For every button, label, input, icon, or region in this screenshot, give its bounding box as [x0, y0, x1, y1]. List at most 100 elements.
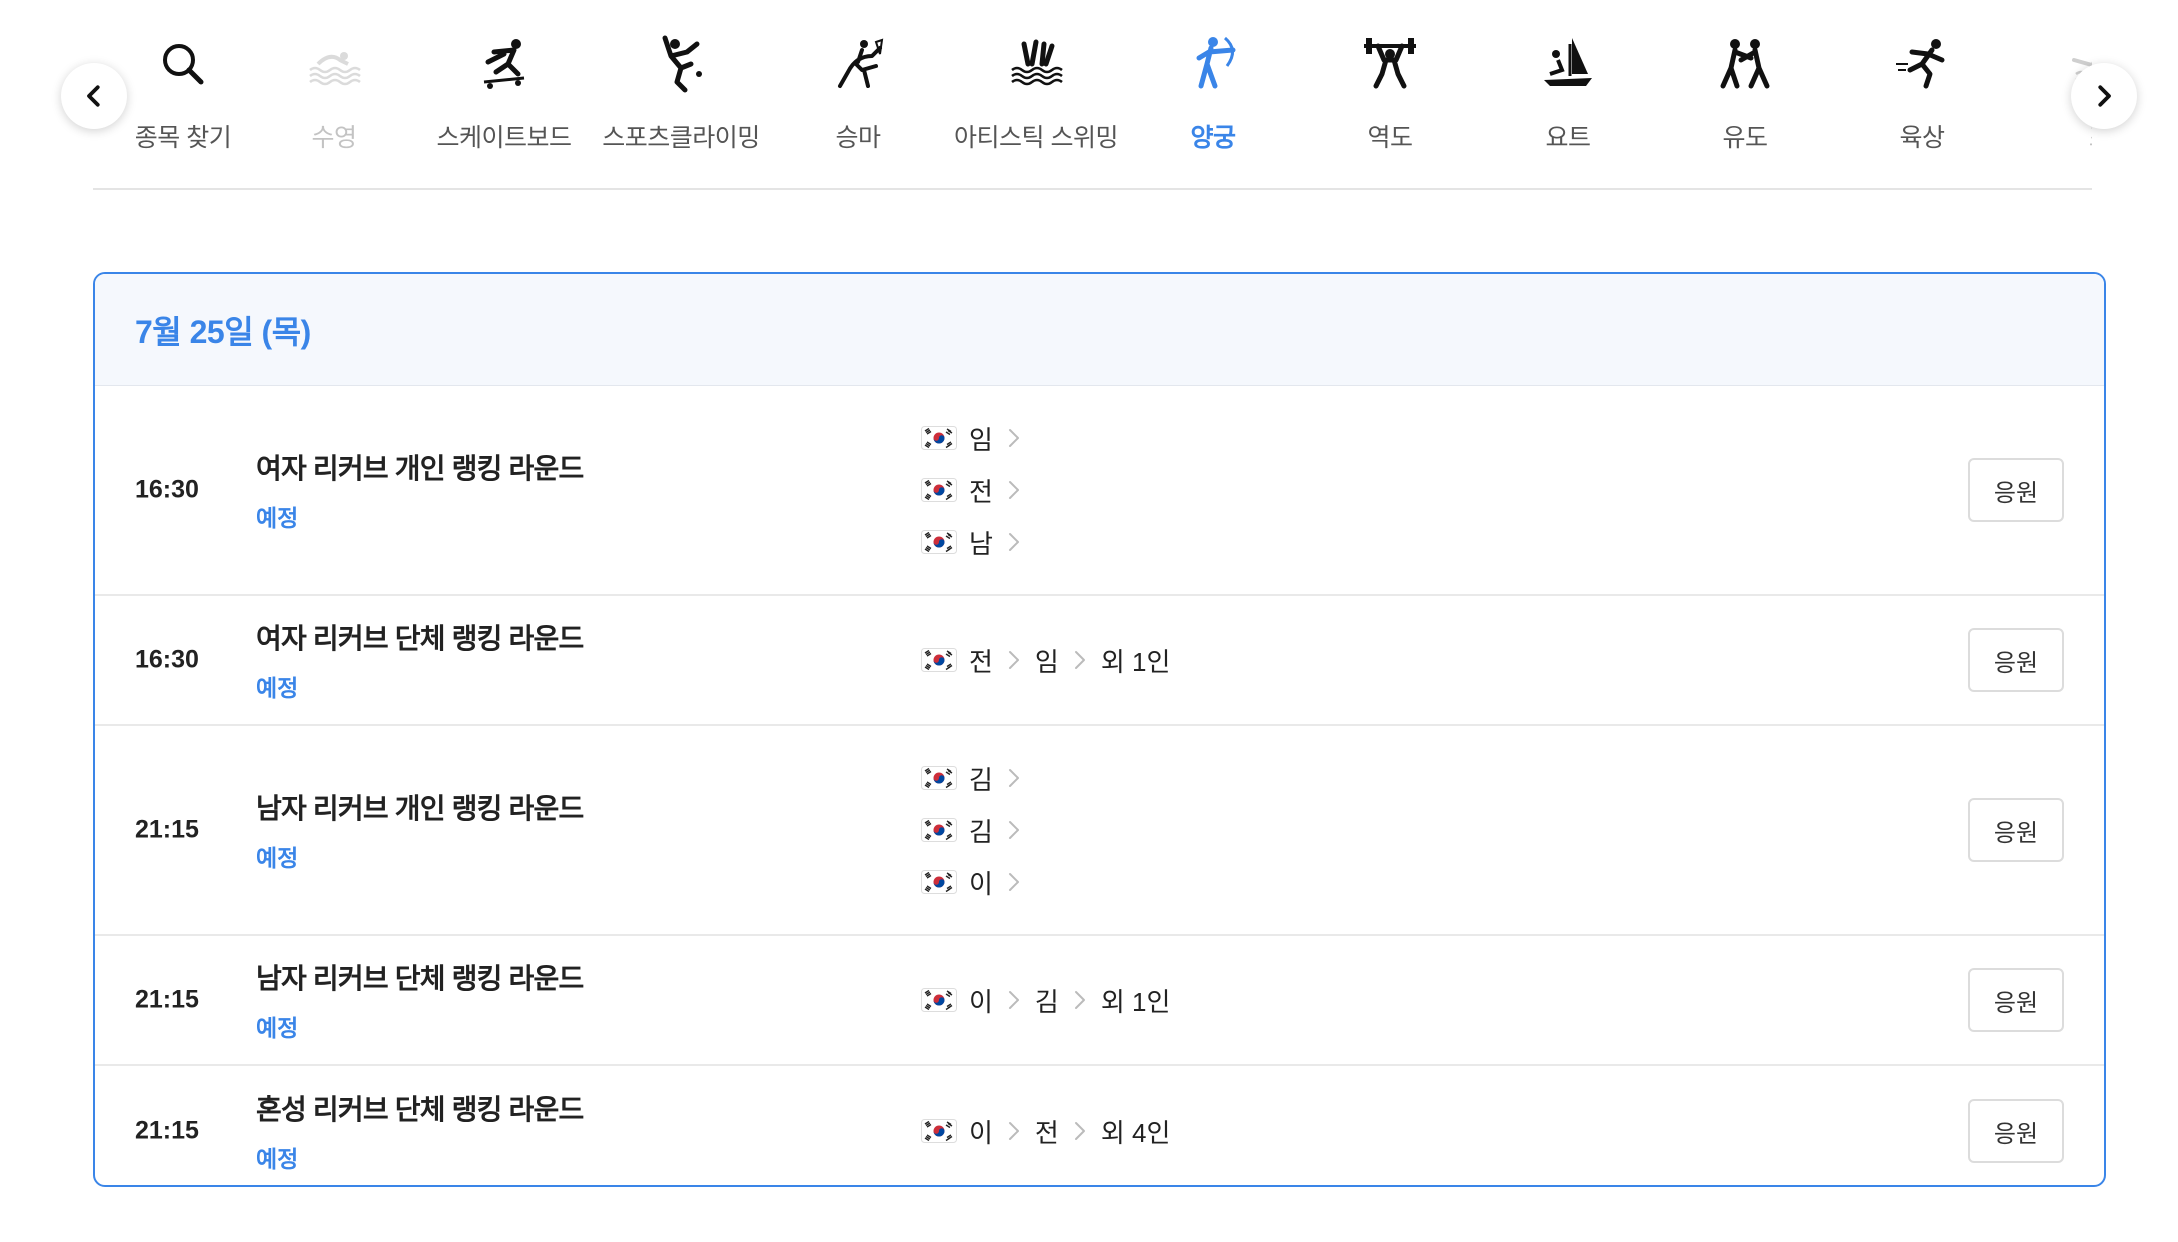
sport-tab-search[interactable]: 종목 찾기 — [113, 32, 253, 162]
event-info: 여자 리커브 단체 랭킹 라운드예정 — [256, 617, 584, 703]
scroll-prev-button[interactable] — [61, 63, 127, 129]
athlete-name: 임 — [969, 424, 993, 455]
chevron-right-icon — [1008, 481, 1019, 499]
athlete-link[interactable]: 김 — [1035, 982, 1087, 1019]
cheer-button[interactable]: 응원 — [1968, 798, 2064, 862]
event-name[interactable]: 남자 리커브 단체 랭킹 라운드 — [256, 957, 584, 997]
athlete-list: 이 전 외 4인 — [921, 1113, 1171, 1150]
schedule-date: 7월 25일 (목) — [135, 313, 311, 350]
athlete-line: 이 전 외 4인 — [921, 1113, 1171, 1150]
chevron-right-icon — [1008, 769, 1019, 787]
event-row: 16:30 여자 리커브 개인 랭킹 라운드 예정 임 전 남 응원 — [95, 386, 2104, 596]
event-status: 예정 — [256, 845, 299, 871]
cheer-button[interactable]: 응원 — [1968, 968, 2064, 1032]
sport-tab-sailing[interactable]: 요트 — [1479, 32, 1657, 162]
south-korea-flag-icon — [921, 988, 957, 1012]
athlete-name: 김 — [969, 764, 993, 795]
date-header: 7월 25일 (목) — [95, 274, 2104, 386]
archery-icon — [1181, 32, 1245, 96]
sport-tab-sport-climbing[interactable]: 스포츠클라이밍 — [592, 32, 770, 162]
event-list: 16:30 여자 리커브 개인 랭킹 라운드 예정 임 전 남 응원 16:30 여자 리커브 … — [95, 386, 2104, 1185]
scroll-next-button[interactable] — [2071, 63, 2137, 129]
athlete-line: 이 김 외 1인 — [921, 982, 1171, 1019]
south-korea-flag-icon — [921, 530, 957, 554]
sport-tab-skateboarding[interactable]: 스케이트보드 — [415, 32, 593, 162]
athlete-list: 김김이 — [921, 760, 1035, 901]
sport-tab-label: 육상 — [1899, 124, 1945, 152]
athlete-link[interactable]: 이 — [921, 1113, 1021, 1150]
athlete-name: 임 — [1034, 646, 1059, 677]
athletics-icon — [1890, 32, 1954, 96]
schedule-card: 7월 25일 (목) 16:30 여자 리커브 개인 랭킹 라운드 예정 임 전 남 응원 1… — [93, 272, 2106, 1187]
athlete-link[interactable]: 전 — [1035, 1113, 1087, 1150]
more-athletes-count[interactable]: 외 4인 — [1101, 1113, 1171, 1150]
athlete-link[interactable]: 이 — [921, 864, 1021, 901]
south-korea-flag-icon — [921, 478, 957, 502]
sport-tab-weightlifting[interactable]: 역도 — [1301, 32, 1479, 162]
chevron-right-icon — [1008, 1122, 1019, 1140]
event-info: 여자 리커브 개인 랭킹 라운드예정 — [256, 447, 584, 533]
athlete-name: 이 — [969, 868, 993, 899]
sport-tab-equestrian[interactable]: 승마 — [769, 32, 947, 162]
athlete-name: 이 — [969, 1117, 993, 1148]
chevron-right-icon — [1074, 991, 1085, 1009]
chevron-right-icon — [1008, 991, 1019, 1009]
event-info: 혼성 리커브 단체 랭킹 라운드 예정 — [256, 1088, 584, 1174]
south-korea-flag-icon — [921, 426, 957, 450]
cheer-button[interactable]: 응원 — [1968, 1099, 2064, 1163]
event-status: 예정 — [256, 675, 299, 701]
more-athletes-count[interactable]: 외 1인 — [1101, 982, 1171, 1019]
cheer-button[interactable]: 응원 — [1968, 458, 2064, 522]
event-row: 21:15 남자 리커브 개인 랭킹 라운드 예정 김 김 이 응원 — [95, 726, 2104, 936]
athlete-link[interactable]: 김 — [921, 760, 1021, 797]
sport-tab-archery[interactable]: 양궁 — [1124, 32, 1302, 162]
page: 종목 찾기 수영 스케이트보드 스포츠클라이밍 승마 아티스틱 스위밍 양궁 역도 요트 유도 육상… — [0, 0, 2178, 1242]
sport-tab-label: 양궁 — [1190, 124, 1236, 152]
more-athletes-count[interactable]: 외 1인 — [1101, 642, 1171, 679]
event-row: 16:30 여자 리커브 단체 랭킹 라운드예정 전 임 외 1인 응원 — [95, 596, 2104, 726]
event-name[interactable]: 여자 리커브 개인 랭킹 라운드 — [256, 447, 584, 487]
athlete-list: 이 김 외 1인 — [921, 982, 1171, 1019]
event-row: 21:15 혼성 리커브 단체 랭킹 라운드 예정 이 전 외 4인 응원 — [95, 1066, 2104, 1185]
sport-tab-swimming[interactable]: 수영 — [245, 32, 423, 162]
chevron-right-icon — [1074, 651, 1085, 669]
south-korea-flag-icon — [921, 648, 957, 672]
event-name[interactable]: 여자 리커브 단체 랭킹 라운드 — [256, 617, 584, 657]
event-info: 남자 리커브 개인 랭킹 라운드예정 — [256, 787, 584, 873]
athlete-link[interactable]: 남 — [921, 524, 1021, 561]
athlete-link[interactable]: 이 — [921, 982, 1021, 1019]
south-korea-flag-icon — [921, 766, 957, 790]
sport-tab-label: 스케이트보드 — [436, 124, 572, 152]
event-time: 16:30 — [135, 645, 199, 674]
cheer-button[interactable]: 응원 — [1968, 628, 2064, 692]
sport-tab-athletics[interactable]: 육상 — [1833, 32, 2011, 162]
athlete-link[interactable]: 김 — [921, 812, 1021, 849]
athlete-name: 남 — [969, 528, 993, 559]
sport-nav: 종목 찾기 수영 스케이트보드 스포츠클라이밍 승마 아티스틱 스위밍 양궁 역도 요트 유도 육상… — [93, 0, 2092, 190]
chevron-right-icon — [2098, 85, 2111, 107]
event-time: 21:15 — [135, 1116, 199, 1145]
athlete-name: 김 — [1034, 986, 1059, 1017]
athlete-name: 전 — [969, 476, 993, 507]
judo-icon — [1713, 32, 1777, 96]
athlete-line: 남 — [921, 524, 1035, 561]
athlete-link[interactable]: 전 — [921, 472, 1021, 509]
event-status: 예정 — [256, 1015, 299, 1041]
athlete-link[interactable]: 임 — [1035, 642, 1087, 679]
event-row: 21:15 남자 리커브 단체 랭킹 라운드 예정 이 김 외 1인 응원 — [95, 936, 2104, 1066]
athlete-line: 전 임 외 1인 — [921, 642, 1171, 679]
sport-tab-judo[interactable]: 유도 — [1656, 32, 1834, 162]
search-icon — [151, 32, 215, 96]
event-status: 예정 — [256, 505, 299, 531]
athlete-list: 임전남 — [921, 420, 1035, 561]
sport-tab-artistic-swimming[interactable]: 아티스틱 스위밍 — [947, 32, 1125, 162]
event-name[interactable]: 혼성 리커브 단체 랭킹 라운드 — [256, 1088, 584, 1128]
athlete-link[interactable]: 임 — [921, 420, 1021, 457]
sport-tab-label: 역도 — [1367, 124, 1413, 152]
athlete-link[interactable]: 전 — [921, 642, 1021, 679]
south-korea-flag-icon — [921, 1119, 957, 1143]
event-name[interactable]: 남자 리커브 개인 랭킹 라운드 — [256, 787, 584, 827]
chevron-right-icon — [1008, 533, 1019, 551]
sport-tab-label: 요트 — [1545, 124, 1591, 152]
artistic-swimming-icon — [1004, 32, 1068, 96]
